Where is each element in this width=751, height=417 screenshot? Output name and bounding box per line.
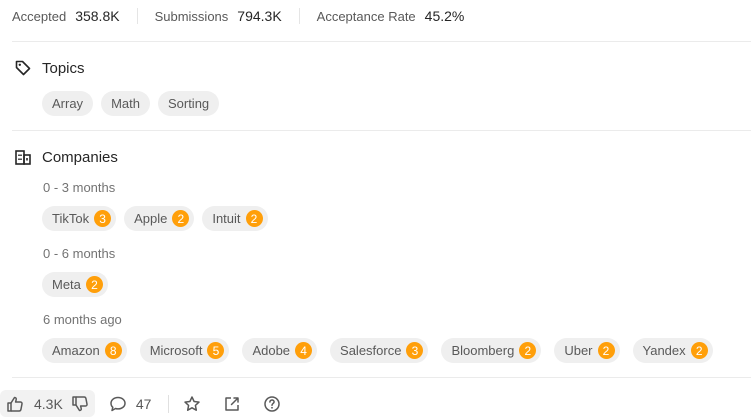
company-chip[interactable]: Uber 2: [554, 338, 620, 363]
frequency-badge: 3: [406, 342, 424, 359]
period-label: 0 - 3 months: [43, 180, 116, 195]
company-name: Apple: [134, 211, 168, 226]
company-chip[interactable]: Meta 2: [42, 272, 108, 297]
topic-chip[interactable]: Array: [42, 91, 94, 116]
companies-title: Companies: [42, 148, 118, 166]
company-name: Microsoft: [149, 343, 203, 358]
acceptance-rate-stat: Acceptance Rate 45.2%: [317, 8, 465, 24]
tag-icon: [15, 60, 31, 76]
accepted-stat: Accepted 358.8K: [12, 8, 120, 24]
period-label: 0 - 6 months: [43, 246, 116, 261]
frequency-badge: 5: [207, 342, 225, 359]
company-chips: Amazon 8 Microsoft 5 Adobe 4 Salesforce 3 Bl…: [42, 338, 713, 363]
company-name: Intuit: [212, 211, 241, 226]
companies-header[interactable]: Companies: [14, 147, 118, 167]
submissions-label: Submissions: [154, 8, 229, 24]
company-name: Adobe: [252, 343, 291, 358]
comments-count: 47: [135, 395, 152, 412]
company-chip[interactable]: Salesforce 3: [330, 338, 429, 363]
company-chip[interactable]: Yandex 2: [632, 338, 713, 363]
frequency-badge: 8: [104, 342, 122, 359]
frequency-badge: 2: [597, 342, 615, 359]
accepted-value: 358.8K: [75, 8, 120, 24]
company-name: Meta: [52, 277, 81, 292]
company-name: Salesforce: [340, 343, 402, 358]
stats-divider: [298, 8, 300, 24]
company-chips: Meta 2: [42, 272, 108, 297]
company-chip[interactable]: Intuit 2: [202, 206, 268, 231]
topic-chip[interactable]: Sorting: [157, 91, 220, 116]
company-name: Bloomberg: [451, 343, 515, 358]
help-icon[interactable]: [263, 395, 281, 413]
company-chip[interactable]: Apple 2: [124, 206, 195, 231]
company-name: Yandex: [642, 343, 686, 358]
topic-chips: Array Math Sorting: [42, 91, 220, 116]
stats-divider: [136, 8, 138, 24]
company-name: Amazon: [52, 343, 100, 358]
bar-divider: [168, 394, 170, 413]
period-label: 6 months ago: [43, 312, 122, 327]
company-name: TikTok: [52, 211, 90, 226]
topics-header[interactable]: Topics: [14, 58, 85, 78]
frequency-badge: 2: [172, 210, 190, 227]
bottom-action-bar: 4.3K 47: [0, 390, 281, 417]
company-chip[interactable]: Adobe 4: [242, 338, 318, 363]
company-chip[interactable]: TikTok 3: [42, 206, 117, 231]
section-divider: [12, 377, 751, 378]
building-icon: [15, 150, 31, 165]
frequency-badge: 2: [690, 342, 708, 359]
company-chip[interactable]: Amazon 8: [42, 338, 127, 363]
company-chip[interactable]: Bloomberg 2: [441, 338, 542, 363]
acceptance-rate-label: Acceptance Rate: [316, 8, 416, 24]
acceptance-rate-value: 45.2%: [424, 8, 465, 24]
submissions-value: 794.3K: [237, 8, 282, 24]
section-divider: [12, 41, 751, 42]
thumbs-down-icon[interactable]: [71, 395, 89, 413]
section-divider: [12, 130, 751, 131]
company-chip[interactable]: Microsoft 5: [139, 338, 230, 363]
accepted-label: Accepted: [12, 8, 67, 24]
topic-chip[interactable]: Math: [101, 91, 150, 116]
frequency-badge: 3: [94, 210, 112, 227]
likes-count: 4.3K: [34, 395, 63, 412]
frequency-badge: 2: [85, 276, 103, 293]
topics-title: Topics: [42, 59, 85, 77]
stats-row: Accepted 358.8K Submissions 794.3K Accep…: [12, 6, 464, 26]
submissions-stat: Submissions 794.3K: [155, 8, 282, 24]
company-chips: TikTok 3 Apple 2 Intuit 2: [42, 206, 268, 231]
company-name: Uber: [564, 343, 593, 358]
star-icon[interactable]: [183, 395, 201, 413]
share-icon[interactable]: [223, 395, 241, 413]
frequency-badge: 4: [295, 342, 313, 359]
thumbs-up-icon[interactable]: [6, 395, 24, 413]
frequency-badge: 2: [519, 342, 537, 359]
comments-button[interactable]: 47: [109, 395, 152, 413]
comment-icon: [110, 396, 126, 411]
vote-group: 4.3K: [0, 390, 95, 417]
frequency-badge: 2: [245, 210, 263, 227]
